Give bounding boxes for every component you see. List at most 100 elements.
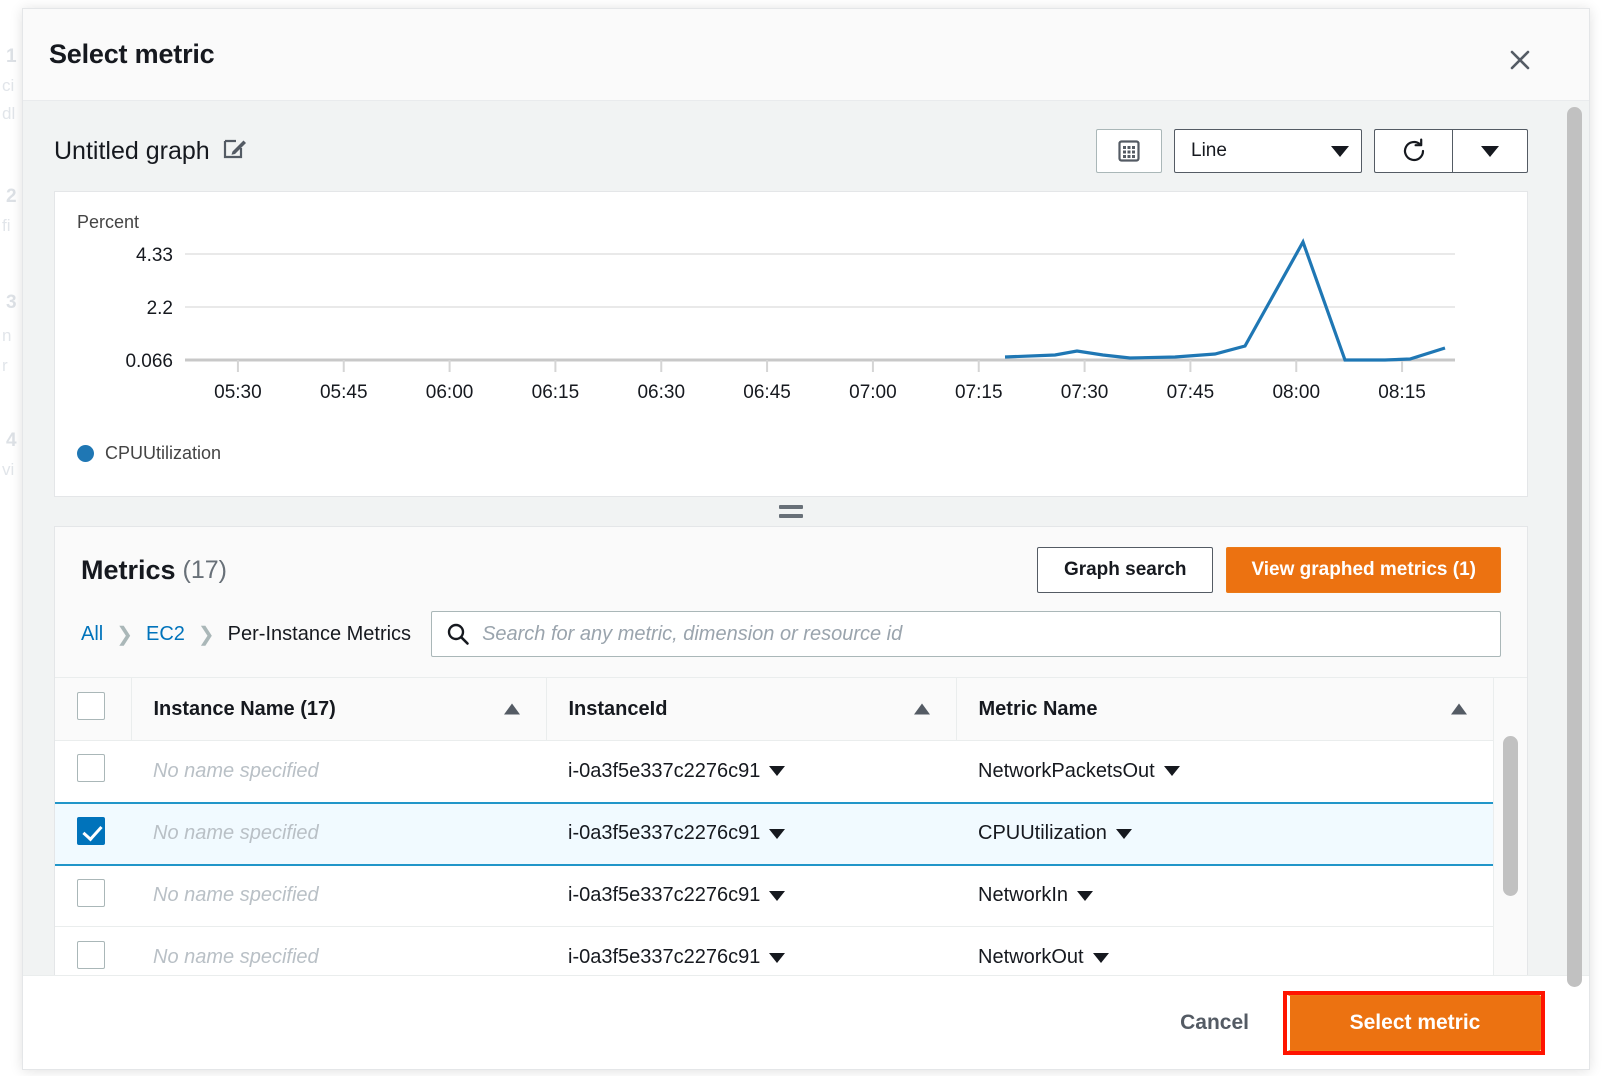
cell-instance-name: No name specified bbox=[131, 740, 546, 804]
backdrop-line: 1 bbox=[6, 46, 17, 67]
chevron-down-icon[interactable] bbox=[1115, 828, 1132, 839]
svg-text:06:45: 06:45 bbox=[743, 382, 791, 403]
metric-search-box[interactable] bbox=[431, 611, 1501, 658]
row-select-cell bbox=[55, 864, 131, 928]
dialog-scrollbar[interactable] bbox=[1559, 101, 1589, 987]
cell-metric-name: NetworkIn bbox=[956, 864, 1493, 928]
breadcrumb: All ❯ EC2 ❯ Per-Instance Metrics bbox=[81, 622, 411, 647]
dialog-body: Untitled graph Line Percent 4.33 2.2 0.0… bbox=[23, 101, 1559, 975]
chevron-down-icon[interactable] bbox=[1092, 952, 1109, 963]
svg-text:2.2: 2.2 bbox=[147, 298, 173, 319]
column-label: InstanceId bbox=[568, 697, 668, 720]
cancel-button[interactable]: Cancel bbox=[1146, 1011, 1283, 1035]
row-checkbox[interactable] bbox=[77, 940, 105, 969]
breadcrumb-item-ec2[interactable]: EC2 bbox=[146, 623, 185, 646]
cell-value: NetworkIn bbox=[978, 884, 1069, 907]
metrics-table-scrollbar[interactable] bbox=[1493, 678, 1527, 975]
chevron-down-icon[interactable] bbox=[769, 766, 786, 777]
dialog-body-wrapper: Untitled graph Line Percent 4.33 2.2 0.0… bbox=[23, 101, 1589, 987]
breadcrumb-item-all[interactable]: All bbox=[81, 623, 103, 646]
cell-instance-id: i-0a3f5e337c2276c91 bbox=[546, 926, 956, 975]
line-chart: 4.33 2.2 0.066 05:30 05:45 06:00 06:15 06:30… bbox=[125, 238, 1455, 403]
cell-value: NetworkOut bbox=[978, 946, 1084, 969]
chevron-down-icon[interactable] bbox=[769, 890, 786, 901]
refresh-icon[interactable] bbox=[1374, 129, 1452, 173]
metrics-table-scroll-thumb[interactable] bbox=[1503, 736, 1518, 897]
column-header-instance-id[interactable]: InstanceId bbox=[545, 678, 956, 742]
cell-metric-name: NetworkPacketsOut bbox=[956, 740, 1493, 804]
cell-instance-id: i-0a3f5e337c2276c91 bbox=[546, 801, 956, 866]
cell-value: i-0a3f5e337c2276c91 bbox=[568, 822, 761, 845]
dialog-scroll-thumb[interactable] bbox=[1567, 107, 1582, 987]
graph-search-button[interactable]: Graph search bbox=[1036, 547, 1214, 594]
svg-text:05:30: 05:30 bbox=[214, 382, 262, 403]
grid-view-icon[interactable] bbox=[1096, 129, 1162, 173]
refresh-dropdown-button[interactable] bbox=[1452, 129, 1528, 173]
cell-instance-name: No name specified bbox=[131, 926, 546, 975]
svg-text:07:45: 07:45 bbox=[1167, 382, 1215, 403]
metrics-table-scroll: Instance Name (17) InstanceId Metric Nam… bbox=[55, 678, 1493, 975]
cell-value: i-0a3f5e337c2276c91 bbox=[568, 946, 761, 969]
chevron-down-icon[interactable] bbox=[1163, 766, 1180, 777]
select-metric-button[interactable]: Select metric bbox=[1287, 994, 1541, 1051]
backdrop-line: r bbox=[2, 356, 8, 375]
chevron-down-icon[interactable] bbox=[769, 952, 786, 963]
svg-text:08:00: 08:00 bbox=[1272, 382, 1320, 403]
sort-ascending-icon[interactable] bbox=[1451, 703, 1467, 715]
close-icon[interactable] bbox=[1505, 45, 1535, 75]
column-header-metric-name[interactable]: Metric Name bbox=[955, 678, 1493, 742]
cell-instance-name: No name specified bbox=[131, 864, 546, 928]
cell-instance-id: i-0a3f5e337c2276c91 bbox=[546, 740, 956, 804]
backdrop-line: n bbox=[2, 326, 12, 345]
row-checkbox[interactable] bbox=[77, 754, 105, 783]
backdrop-line: ci bbox=[2, 76, 15, 95]
backdrop-line: 3 bbox=[6, 292, 17, 313]
graph-title: Untitled graph bbox=[54, 136, 210, 165]
cell-metric-name: NetworkOut bbox=[956, 926, 1493, 975]
edit-pencil-icon[interactable] bbox=[222, 136, 248, 167]
legend-color-swatch bbox=[77, 445, 94, 462]
chevron-down-icon[interactable] bbox=[1077, 890, 1094, 901]
metrics-header: Metrics (17) Graph search View graphed m… bbox=[55, 527, 1527, 611]
metrics-table: Instance Name (17) InstanceId Metric Nam… bbox=[55, 678, 1493, 975]
select-metric-dialog: Select metric Untitled graph Line Percen… bbox=[22, 8, 1590, 1070]
row-select-cell bbox=[55, 801, 131, 866]
svg-text:07:30: 07:30 bbox=[1061, 382, 1109, 403]
table-row[interactable]: No name specified i-0a3f5e337c2276c91 Netw… bbox=[55, 864, 1493, 928]
cell-instance-name: No name specified bbox=[131, 801, 546, 866]
cell-value: NetworkPacketsOut bbox=[978, 759, 1155, 782]
metrics-table-body: No name specified i-0a3f5e337c2276c91 Netw… bbox=[55, 740, 1493, 975]
metrics-count: (17) bbox=[182, 555, 228, 584]
cell-value: i-0a3f5e337c2276c91 bbox=[568, 759, 761, 782]
graph-toolbar: Untitled graph Line bbox=[54, 123, 1528, 179]
graph-section: Untitled graph Line Percent 4.33 2.2 0.0… bbox=[23, 101, 1559, 497]
row-checkbox[interactable] bbox=[77, 878, 105, 907]
panel-resize-handle[interactable] bbox=[23, 497, 1559, 527]
cell-metric-name: CPUUtilization bbox=[956, 801, 1493, 866]
resize-grip-icon bbox=[779, 505, 803, 519]
chart-legend: CPUUtilization bbox=[77, 443, 221, 464]
table-row[interactable]: No name specified i-0a3f5e337c2276c91 Netw… bbox=[55, 740, 1493, 804]
column-header-instance-name[interactable]: Instance Name (17) bbox=[130, 678, 546, 742]
chevron-right-icon: ❯ bbox=[116, 623, 133, 646]
chevron-right-icon: ❯ bbox=[197, 623, 215, 646]
table-row[interactable]: No name specified i-0a3f5e337c2276c91 CPUU… bbox=[55, 801, 1493, 866]
sort-ascending-icon[interactable] bbox=[913, 703, 930, 715]
backdrop-line: dl bbox=[2, 104, 16, 123]
column-label: Metric Name bbox=[978, 697, 1098, 720]
sort-ascending-icon[interactable] bbox=[503, 703, 520, 715]
chevron-down-icon[interactable] bbox=[769, 828, 786, 839]
view-graphed-metrics-button[interactable]: View graphed metrics (1) bbox=[1226, 547, 1501, 594]
search-input[interactable] bbox=[482, 622, 1486, 646]
legend-label: CPUUtilization bbox=[105, 443, 222, 463]
chart-type-select[interactable]: Line bbox=[1174, 129, 1362, 173]
row-checkbox[interactable] bbox=[77, 816, 105, 845]
select-all-checkbox[interactable] bbox=[77, 692, 105, 721]
table-row[interactable]: No name specified i-0a3f5e337c2276c91 Netw… bbox=[55, 926, 1493, 975]
metrics-header-actions: Graph search View graphed metrics (1) bbox=[1036, 547, 1501, 594]
chart-type-value: Line bbox=[1191, 140, 1227, 161]
chart-card: Percent 4.33 2.2 0.066 05:30 05:45 06:00 06… bbox=[54, 191, 1528, 497]
dialog-footer: Cancel Select metric bbox=[23, 975, 1589, 1069]
cell-instance-id: i-0a3f5e337c2276c91 bbox=[546, 864, 956, 928]
svg-text:0.066: 0.066 bbox=[125, 351, 173, 372]
